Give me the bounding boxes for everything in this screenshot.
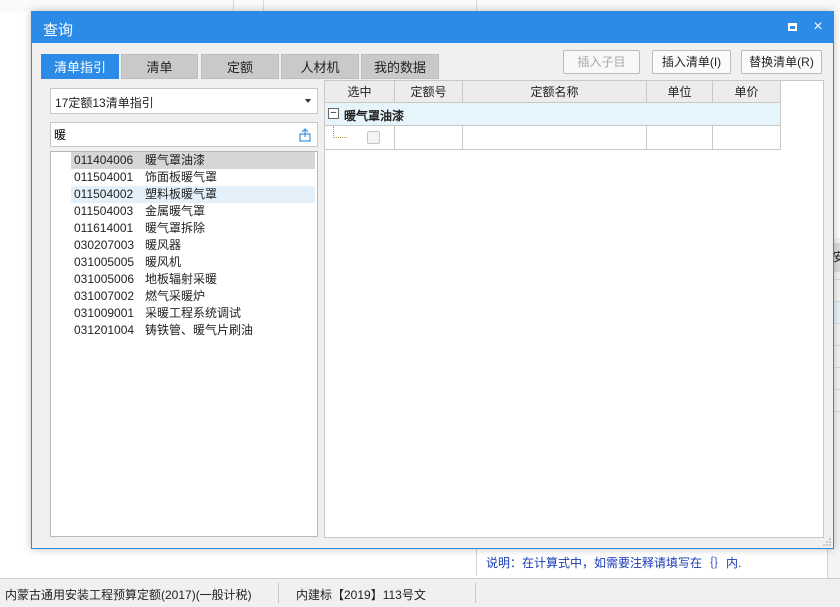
list-guide-panel: 17定额13清单指引 011404006 暖气罩油漆 011504001 饰面板暖气罩… <box>40 79 319 538</box>
list-guide-list[interactable]: 011404006 暖气罩油漆 011504001 饰面板暖气罩 011504002 塑料… <box>50 151 318 537</box>
list-item-code: 031005006 <box>74 272 135 286</box>
tab-labor-material-machine[interactable]: 人材机 <box>281 54 359 79</box>
select-checkbox[interactable] <box>367 131 380 144</box>
status-quota-library: 内蒙古通用安装工程预算定额(2017)(一般计税) <box>5 588 252 602</box>
resize-grip-icon[interactable] <box>823 538 831 546</box>
list-item-name: 暖风器 <box>145 238 182 252</box>
list-item[interactable]: 011504003 金属暖气罩 <box>71 203 315 220</box>
search-filter-icon[interactable] <box>298 128 312 142</box>
list-item-code: 030207003 <box>74 238 135 252</box>
list-item[interactable]: 011504001 饰面板暖气罩 <box>71 169 315 186</box>
status-document: 内建标【2019】113号文 <box>296 588 426 602</box>
tab-quota[interactable]: 定额 <box>201 54 279 79</box>
tab-my-data[interactable]: 我的数据 <box>361 54 439 79</box>
tab-list-guide[interactable]: 清单指引 <box>41 54 119 79</box>
list-item[interactable]: 031009001 采暖工程系统调试 <box>71 305 315 322</box>
library-select-value: 17定额13清单指引 <box>55 96 154 110</box>
list-item-code: 031007002 <box>74 289 135 303</box>
table-cell[interactable] <box>463 126 647 150</box>
list-item[interactable]: 031005005 暖风机 <box>71 254 315 271</box>
insert-list-button[interactable]: 插入清单(I) <box>652 50 731 74</box>
list-item-name: 塑料板暖气罩 <box>145 187 218 201</box>
list-item[interactable]: 031007002 燃气采暖炉 <box>71 288 315 305</box>
column-header-quota-code[interactable]: 定额号 <box>395 81 463 103</box>
insert-child-button[interactable]: 插入子目 <box>563 50 640 74</box>
list-item-name: 采暖工程系统调试 <box>145 306 242 320</box>
list-item-code: 011504002 <box>74 187 134 201</box>
list-item[interactable]: 030207003 暖风器 <box>71 237 315 254</box>
list-item[interactable]: 011404006 暖气罩油漆 <box>71 152 315 169</box>
formula-note: 说明：在计算式中，如需要注释请填写在｛｝内. <box>486 556 742 570</box>
list-item-name: 铸铁管、暖气片刷油 <box>145 323 254 337</box>
dialog-titlebar[interactable]: 查询 × <box>32 12 833 43</box>
list-item-name: 暖气罩拆除 <box>145 221 206 235</box>
table-cell[interactable] <box>395 126 463 150</box>
close-button[interactable]: × <box>809 18 827 36</box>
list-item-name: 金属暖气罩 <box>145 204 206 218</box>
tree-connector <box>333 126 347 138</box>
list-item[interactable]: 011614001 暖气罩拆除 <box>71 220 315 237</box>
column-header-unit[interactable]: 单位 <box>647 81 713 103</box>
list-item-code: 031201004 <box>74 323 135 337</box>
list-item-code: 011504003 <box>74 204 134 218</box>
tab-list[interactable]: 清单 <box>121 54 198 79</box>
list-item-code: 011504001 <box>74 170 134 184</box>
search-input[interactable] <box>54 126 284 143</box>
list-item[interactable]: 011504002 塑料板暖气罩 <box>71 186 315 203</box>
chevron-down-icon <box>305 99 311 103</box>
list-item-code: 031005005 <box>74 255 135 269</box>
list-item-name: 暖风机 <box>145 255 182 269</box>
column-header-unit-price[interactable]: 单价 <box>713 81 781 103</box>
list-item[interactable]: 031005006 地板辐射采暖 <box>71 271 315 288</box>
table-cell[interactable] <box>647 126 713 150</box>
maximize-icon <box>787 23 797 31</box>
list-item-code: 011404006 <box>74 153 134 167</box>
list-item-code: 011614001 <box>74 221 134 235</box>
list-item-name: 饰面板暖气罩 <box>145 170 218 184</box>
maximize-button[interactable] <box>783 18 801 36</box>
column-header-selected[interactable]: 选中 <box>325 81 395 103</box>
dialog-title: 查询 <box>43 22 74 39</box>
search-box[interactable] <box>50 122 318 147</box>
column-header-quota-name[interactable]: 定额名称 <box>463 81 647 103</box>
status-bar: 内蒙古通用安装工程预算定额(2017)(一般计税) 内建标【2019】113号文 <box>0 578 840 607</box>
quota-grid: 选中 定额号 定额名称 单位 单价 − 暖气罩油漆 <box>324 80 824 538</box>
status-separator <box>475 583 476 603</box>
group-row[interactable]: − 暖气罩油漆 <box>325 103 781 126</box>
replace-list-button[interactable]: 替换清单(R) <box>741 50 822 74</box>
list-item[interactable]: 031201004 铸铁管、暖气片刷油 <box>71 322 315 339</box>
collapse-icon[interactable]: − <box>328 108 339 119</box>
list-item-name: 地板辐射采暖 <box>145 272 218 286</box>
table-cell[interactable] <box>713 126 781 150</box>
library-select[interactable]: 17定额13清单指引 <box>50 88 318 114</box>
query-dialog: 查询 × 清单指引 清单 定额 人材机 我的数据 插入子目 插入清单(I) 替换… <box>31 11 834 549</box>
status-separator <box>278 583 279 603</box>
list-item-code: 031009001 <box>74 306 135 320</box>
list-item-name: 暖气罩油漆 <box>145 153 206 167</box>
list-item-name: 燃气采暖炉 <box>145 289 206 303</box>
group-title: 暖气罩油漆 <box>344 109 405 123</box>
